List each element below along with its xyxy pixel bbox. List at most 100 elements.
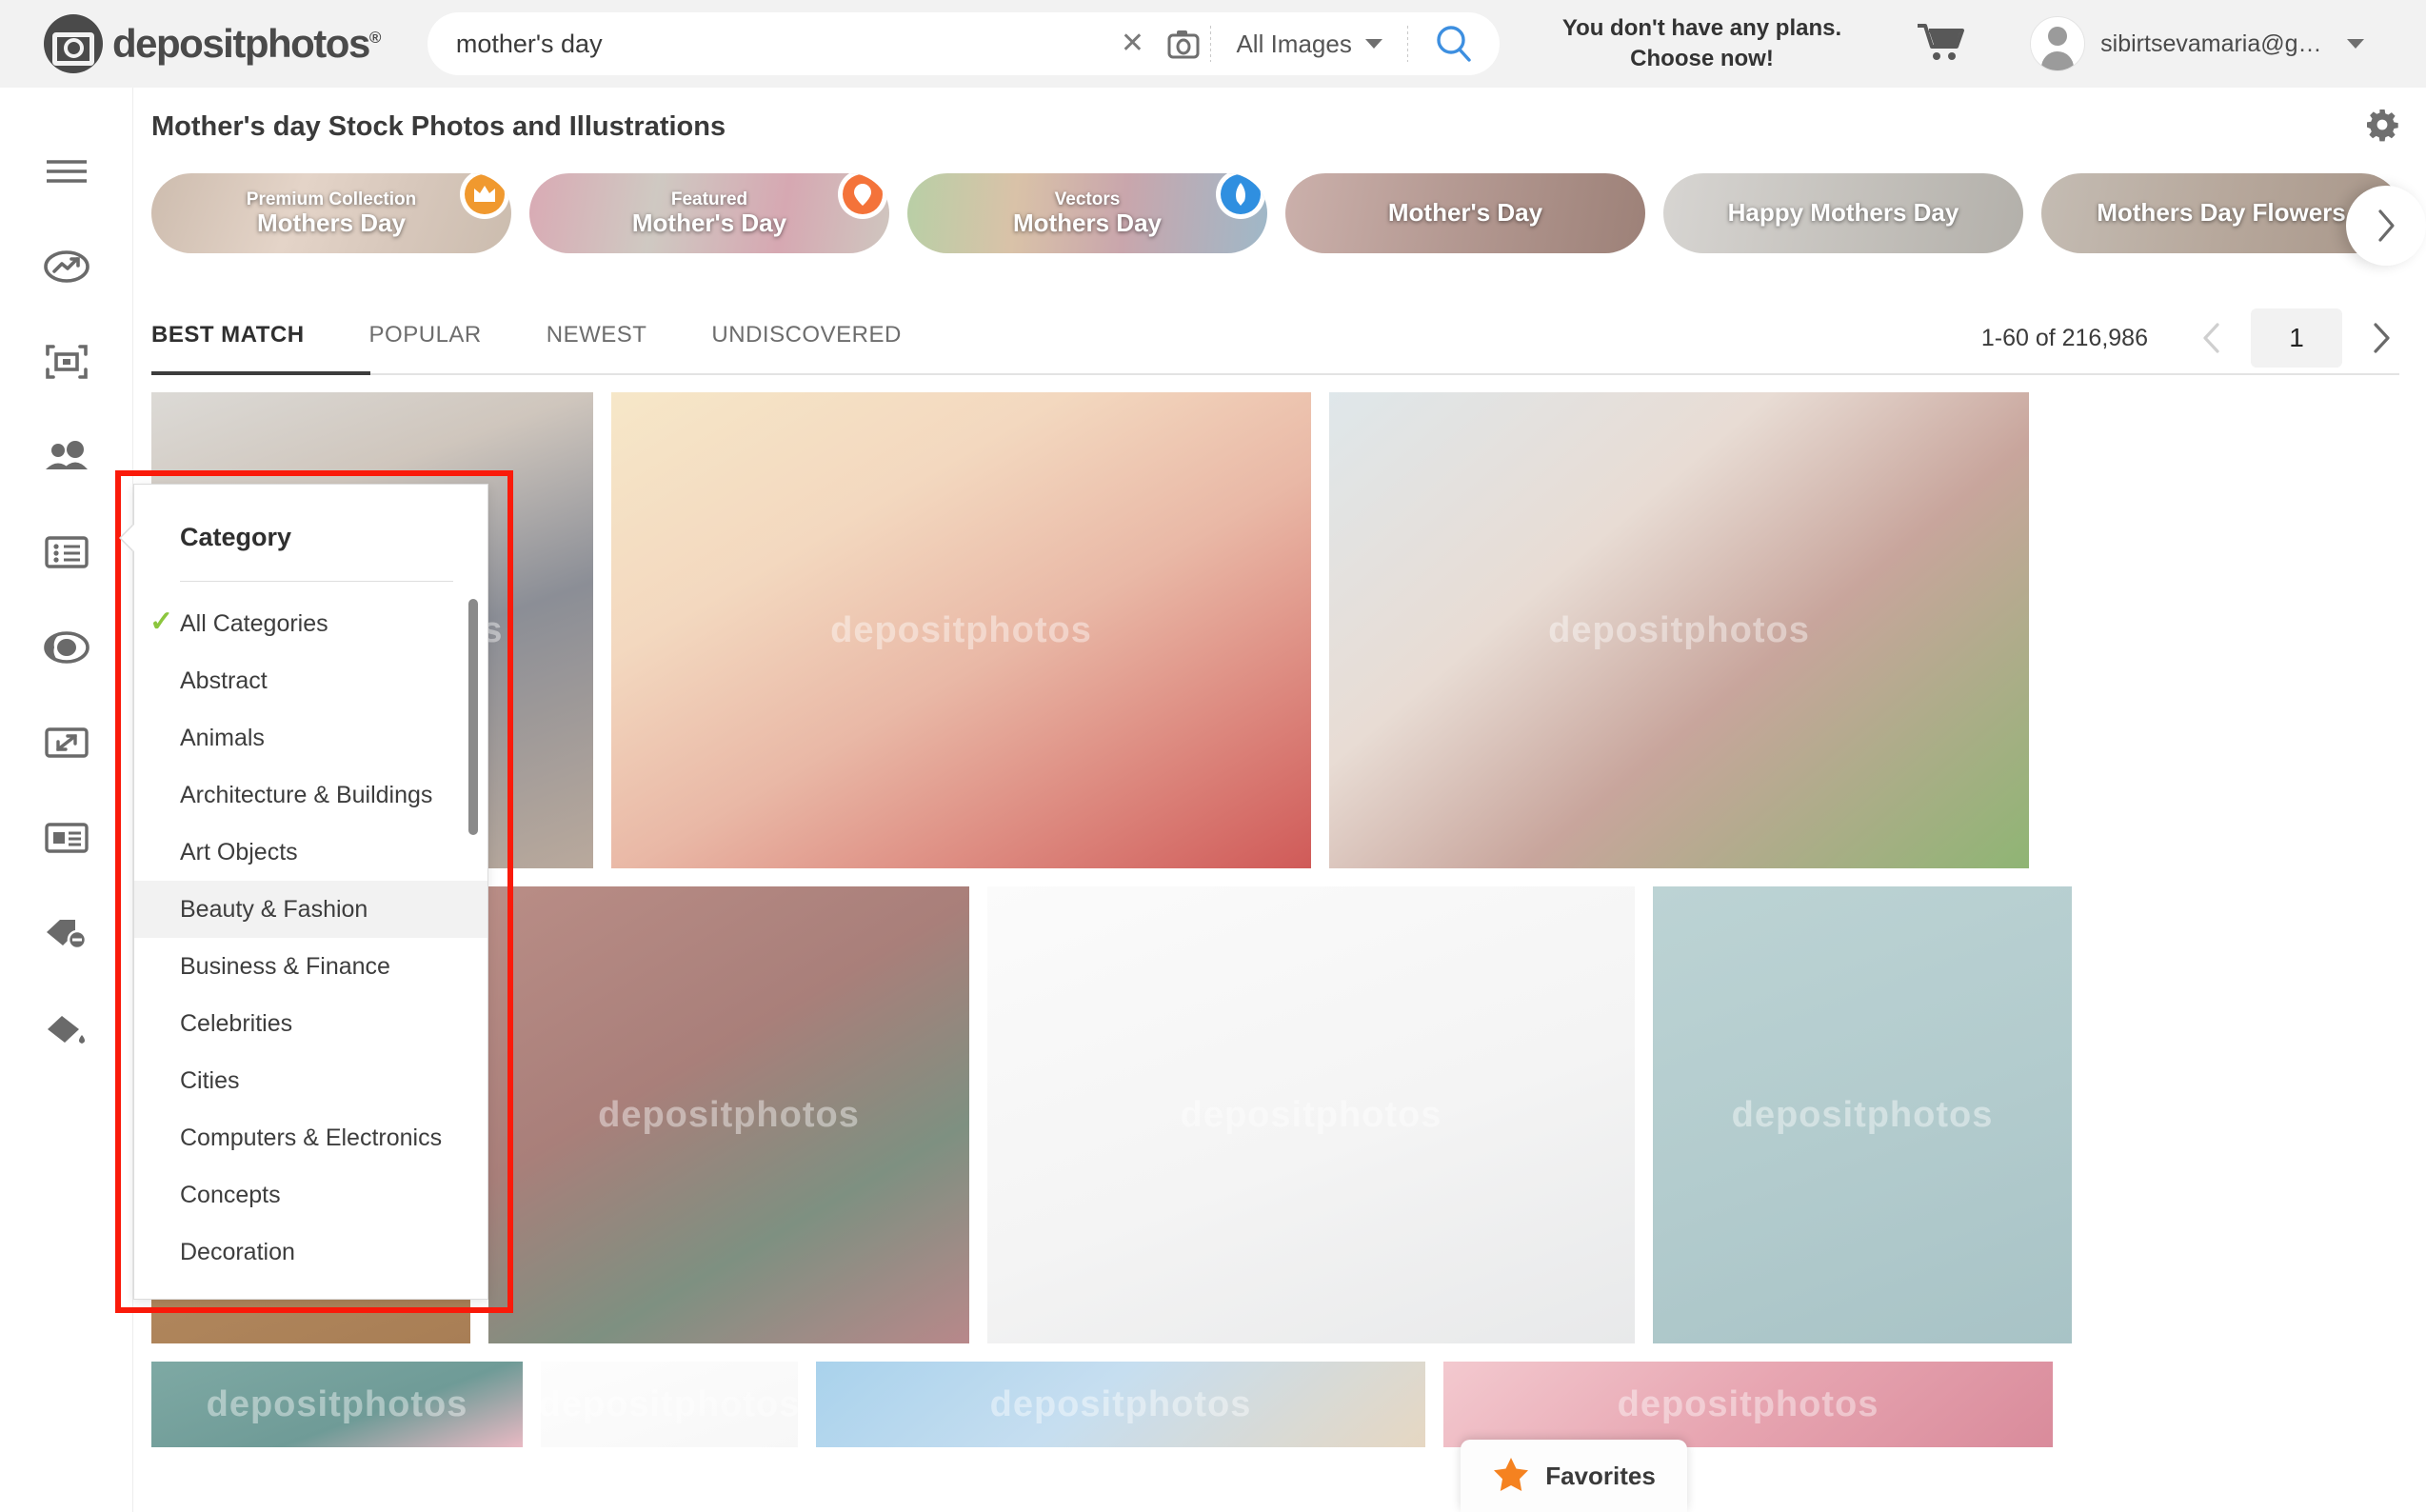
favorites-label: Favorites — [1545, 1461, 1656, 1490]
collection-chip[interactable]: Happy Mothers Day — [1663, 173, 2023, 253]
result-thumbnail[interactable]: depositphotos — [1329, 392, 2029, 868]
chip-label: Premium Collection — [246, 189, 417, 209]
category-item[interactable]: Cities — [134, 1052, 487, 1109]
result-count: 1-60 of 216,986 — [1980, 324, 2148, 351]
category-item-label: Decoration — [180, 1238, 295, 1265]
collection-chip[interactable]: Vectors Mothers Day — [907, 173, 1267, 253]
watermark: depositphotos — [598, 1094, 860, 1135]
result-thumbnail[interactable]: depositphotos — [611, 392, 1311, 868]
result-thumbnail[interactable]: depositphotos — [151, 1362, 523, 1447]
result-thumbnail[interactable]: depositphotos — [987, 886, 1635, 1343]
brand-name: depositphotos® — [112, 21, 382, 66]
hamburger-icon — [45, 157, 89, 190]
people-icon — [43, 440, 90, 478]
list-card-icon — [44, 534, 89, 575]
image-type-select[interactable]: All Images — [1211, 30, 1406, 59]
watermark: depositphotos — [830, 609, 1092, 650]
tab-newest[interactable]: NEWEST — [547, 322, 647, 354]
diamond-icon — [843, 174, 883, 214]
sidebar-item-resize[interactable] — [0, 697, 133, 792]
sidebar-item-portrait[interactable] — [0, 602, 133, 697]
result-thumbnail[interactable]: depositphotos — [541, 1362, 798, 1447]
category-item[interactable]: Art Objects — [134, 824, 487, 881]
watermark: depositphotos — [989, 1383, 1252, 1424]
brand-logo[interactable]: depositphotos® — [44, 14, 382, 73]
registered-mark: ® — [368, 29, 382, 47]
sort-tabs-row: BEST MATCH POPULAR NEWEST UNDISCOVERED 1-60… — [133, 301, 2426, 375]
crop-frame-icon — [44, 343, 89, 386]
result-thumbnail[interactable]: depositphotos — [816, 1362, 1425, 1447]
sidebar-item-menu[interactable] — [0, 126, 133, 221]
category-item[interactable]: Abstract — [134, 652, 487, 709]
paint-fill-icon — [43, 1010, 90, 1051]
favorites-button[interactable]: Favorites — [1461, 1440, 1687, 1512]
result-thumbnail[interactable]: depositphotos — [1443, 1362, 2053, 1447]
sidebar-item-list[interactable] — [0, 507, 133, 602]
page-title: Mother's day Stock Photos and Illustrati… — [151, 110, 726, 142]
category-item-label: Beauty & Fashion — [180, 895, 368, 923]
portrait-oval-icon — [43, 628, 90, 671]
category-dropdown-panel: Category ✓ All Categories Abstract Animals A… — [133, 484, 488, 1300]
plans-promo[interactable]: You don't have any plans. Choose now! — [1562, 13, 1841, 75]
star-icon — [1492, 1456, 1530, 1497]
chip-title: Mothers Day — [256, 209, 407, 238]
current-page[interactable]: 1 — [2251, 308, 2342, 368]
article-card-icon — [44, 821, 89, 860]
chip-title: Mothers Day — [1012, 209, 1163, 238]
search-submit-button[interactable] — [1408, 23, 1500, 65]
collection-chip[interactable]: Premium Collection Mothers Day — [151, 173, 511, 253]
category-list: ✓ All Categories Abstract Animals Architectu… — [134, 582, 487, 1281]
pagination: 1-60 of 216,986 1 — [1981, 308, 2399, 368]
category-item[interactable]: Decoration — [134, 1224, 487, 1281]
category-item[interactable]: Business & Finance — [134, 938, 487, 995]
tab-popular[interactable]: POPULAR — [369, 322, 482, 354]
search-bar: ✕ All Images — [427, 12, 1500, 75]
result-thumbnail[interactable]: depositphotos — [1653, 886, 2072, 1343]
tab-best-match[interactable]: BEST MATCH — [151, 322, 305, 354]
plans-line-1: You don't have any plans. — [1561, 14, 1842, 41]
sidebar-item-tag-remove[interactable] — [0, 887, 133, 983]
category-item-label: Art Objects — [180, 838, 298, 865]
tag-minus-icon — [43, 915, 90, 956]
category-item-label: Animals — [180, 724, 265, 751]
prev-page-button[interactable] — [2194, 315, 2230, 361]
results-row: depositphotos depositphotos depositphotos d… — [151, 1362, 2399, 1447]
tabs-underline — [151, 373, 2399, 375]
collections-next-button[interactable] — [2346, 186, 2426, 266]
category-item-label: Architecture & Buildings — [180, 781, 433, 808]
category-item-label: Computers & Electronics — [180, 1124, 443, 1151]
camera-logo-icon — [44, 14, 103, 73]
collection-chips: Premium Collection Mothers Day Featured Mot… — [133, 173, 2426, 278]
category-item[interactable]: Architecture & Buildings — [134, 766, 487, 824]
sidebar-item-fill[interactable] — [0, 983, 133, 1078]
camera-search-icon[interactable] — [1157, 29, 1210, 59]
sidebar-item-crop[interactable] — [0, 316, 133, 411]
account-menu[interactable]: sibirtsevamaria@g… — [2030, 16, 2364, 71]
category-item[interactable]: Celebrities — [134, 995, 487, 1052]
watermark: depositphotos — [1617, 1383, 1879, 1424]
category-item[interactable]: Animals — [134, 709, 487, 766]
category-item[interactable]: Beauty & Fashion — [134, 881, 487, 938]
cart-icon[interactable] — [1916, 20, 1967, 69]
plans-line-2: Choose now! — [1630, 46, 1774, 71]
category-item-label: Abstract — [180, 666, 268, 694]
sidebar-item-people[interactable] — [0, 411, 133, 507]
category-item[interactable]: Computers & Electronics — [134, 1109, 487, 1166]
tab-undiscovered[interactable]: UNDISCOVERED — [711, 322, 901, 354]
result-thumbnail[interactable]: depositphotos — [488, 886, 969, 1343]
next-page-button[interactable] — [2363, 315, 2399, 361]
collection-chip[interactable]: Featured Mother's Day — [529, 173, 889, 253]
collection-chip[interactable]: Mother's Day — [1285, 173, 1645, 253]
image-type-value: All Images — [1236, 29, 1352, 58]
gear-icon[interactable] — [2365, 108, 2399, 147]
category-item-label: Celebrities — [180, 1009, 293, 1037]
category-item[interactable]: ✓ All Categories — [134, 595, 487, 652]
clear-search-icon[interactable]: ✕ — [1107, 30, 1157, 58]
sidebar-item-trending[interactable] — [0, 221, 133, 316]
category-item[interactable]: Concepts — [134, 1166, 487, 1224]
left-sidebar — [0, 88, 133, 1512]
search-input[interactable] — [427, 29, 1108, 59]
category-item-label: Cities — [180, 1066, 240, 1094]
sidebar-item-article[interactable] — [0, 792, 133, 887]
watermark: depositphotos — [541, 1383, 798, 1424]
